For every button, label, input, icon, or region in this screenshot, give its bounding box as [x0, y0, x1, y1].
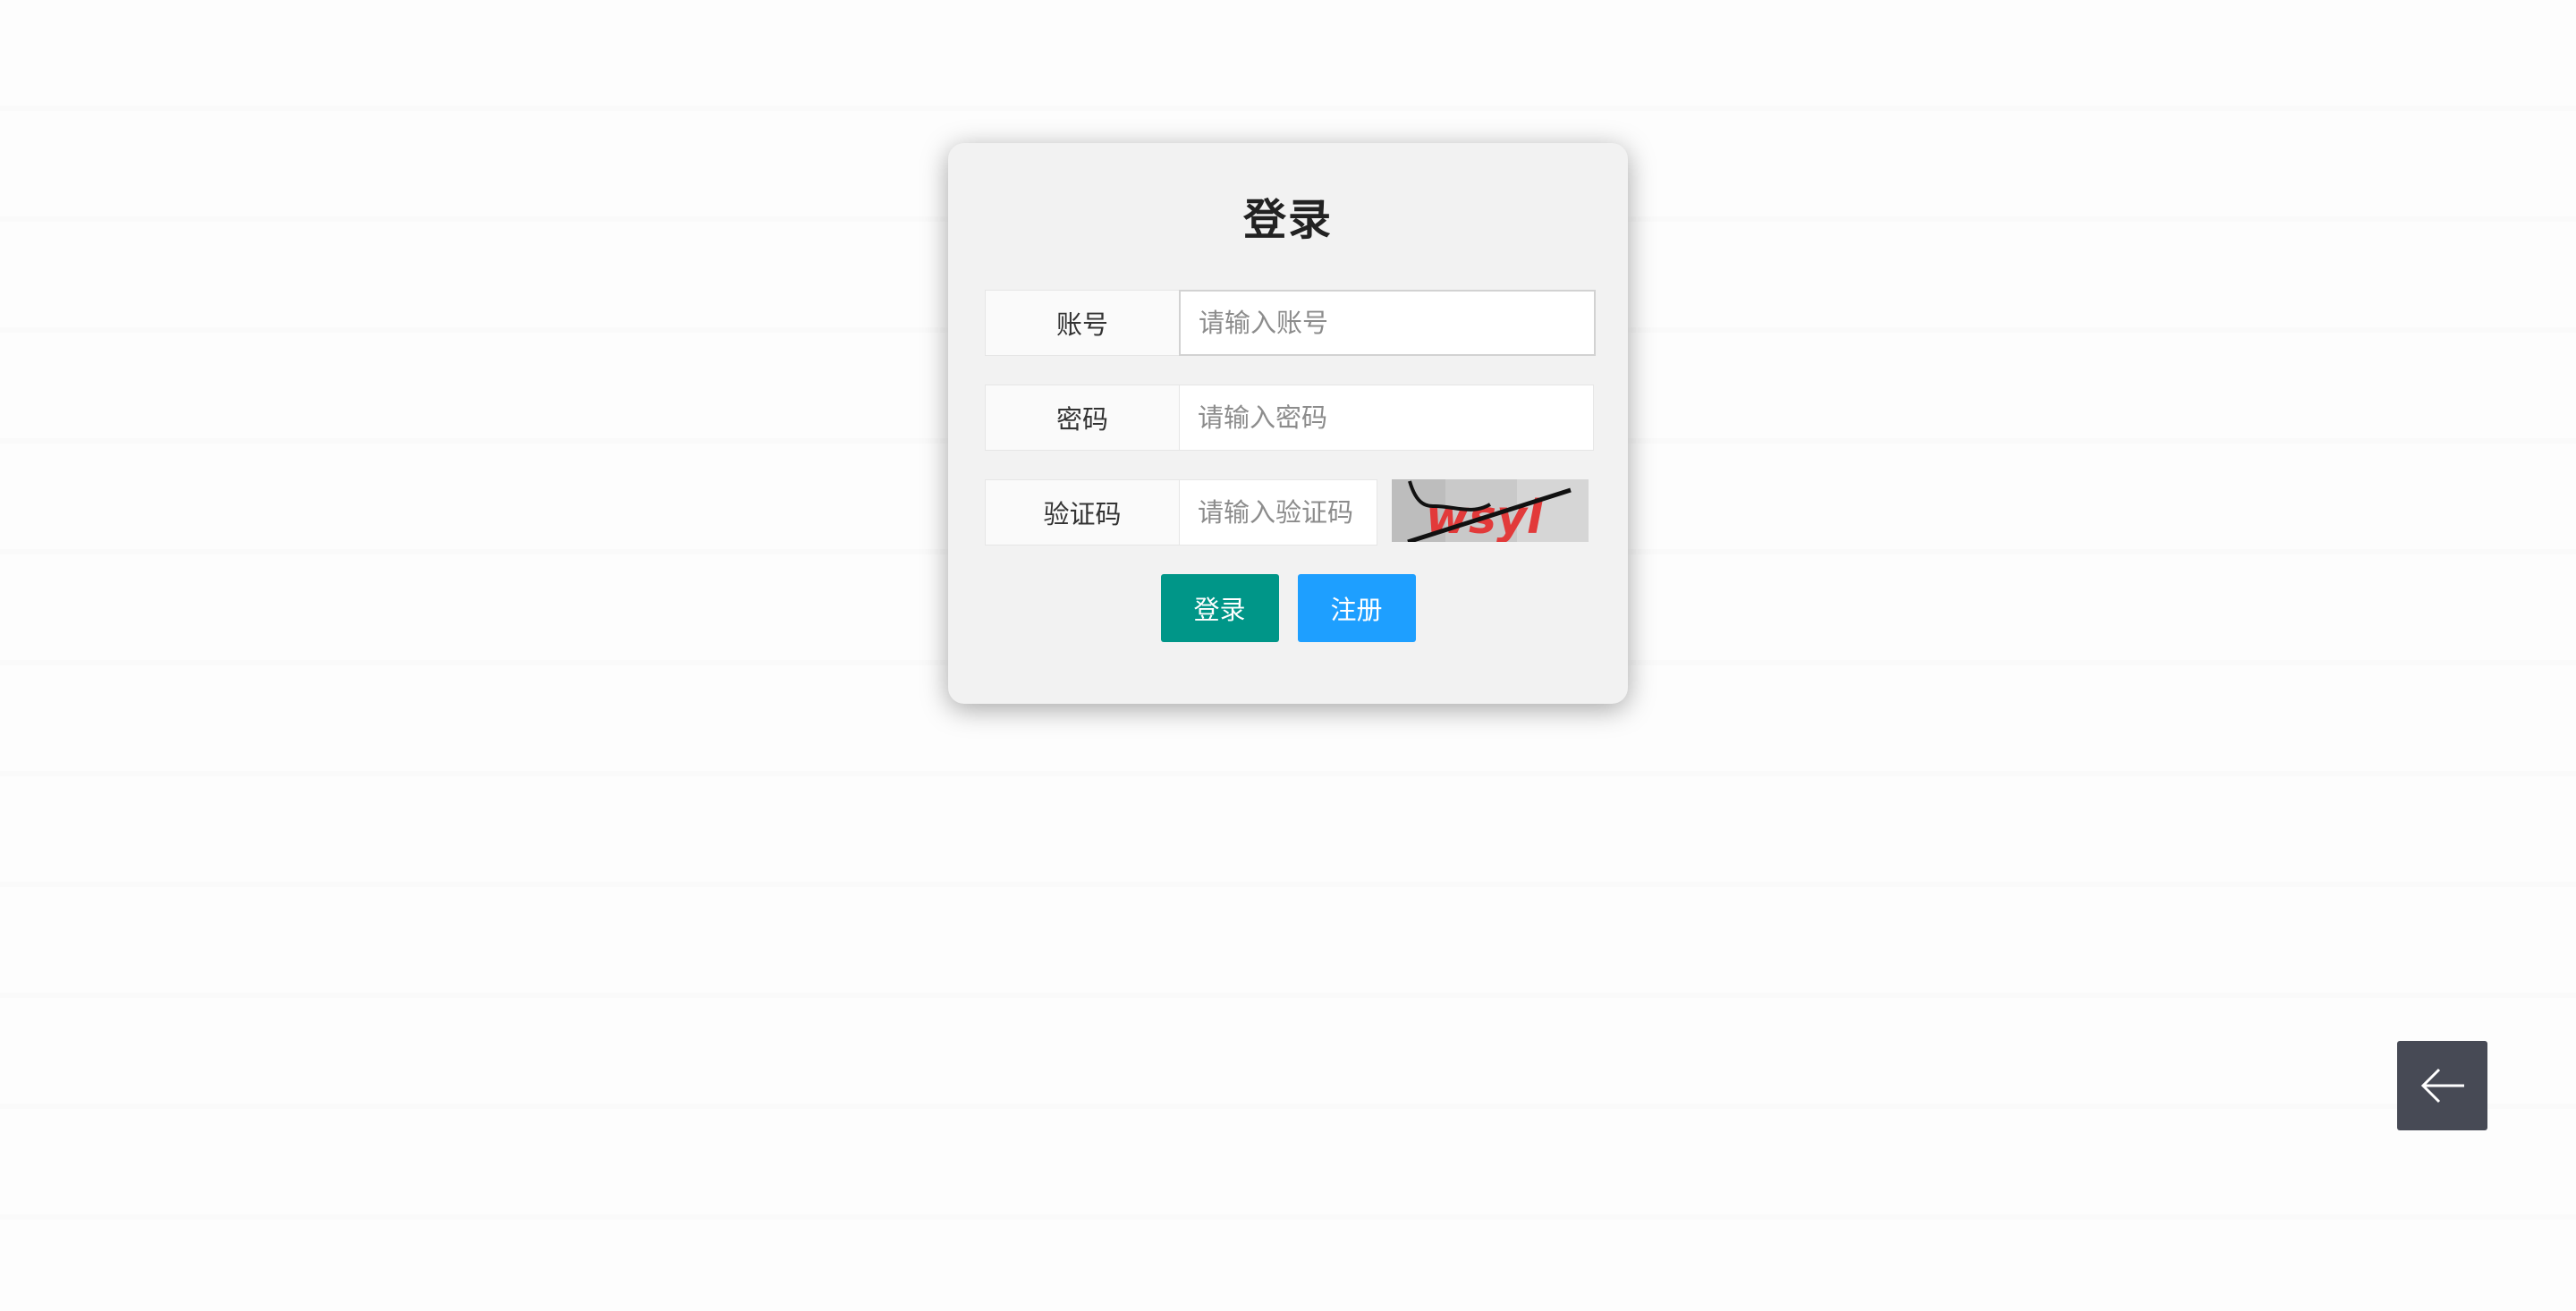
captcha-input[interactable] — [1179, 479, 1377, 546]
login-title: 登录 — [1242, 195, 1333, 245]
captcha-graphic: wsyl — [1392, 479, 1589, 542]
login-card: 登录 账号 密码 验证码 wsyl 登录 注册 — [948, 143, 1628, 704]
register-button[interactable]: 注册 — [1297, 574, 1416, 642]
arrow-left-icon — [2420, 1068, 2464, 1104]
captcha-image[interactable]: wsyl — [1392, 479, 1589, 542]
captcha-row: 验证码 — [985, 479, 1377, 546]
password-input[interactable] — [1179, 385, 1594, 451]
back-button[interactable] — [2397, 1041, 2487, 1130]
button-group: 登录 注册 — [948, 574, 1628, 642]
account-input[interactable] — [1179, 290, 1596, 356]
page: 登录 账号 密码 验证码 wsyl 登录 注册 — [0, 0, 2576, 1311]
password-label: 密码 — [985, 385, 1179, 451]
captcha-label: 验证码 — [985, 479, 1179, 546]
login-button[interactable]: 登录 — [1160, 574, 1279, 642]
password-row: 密码 — [985, 385, 1594, 451]
account-label: 账号 — [985, 290, 1179, 356]
account-row: 账号 — [985, 290, 1596, 356]
